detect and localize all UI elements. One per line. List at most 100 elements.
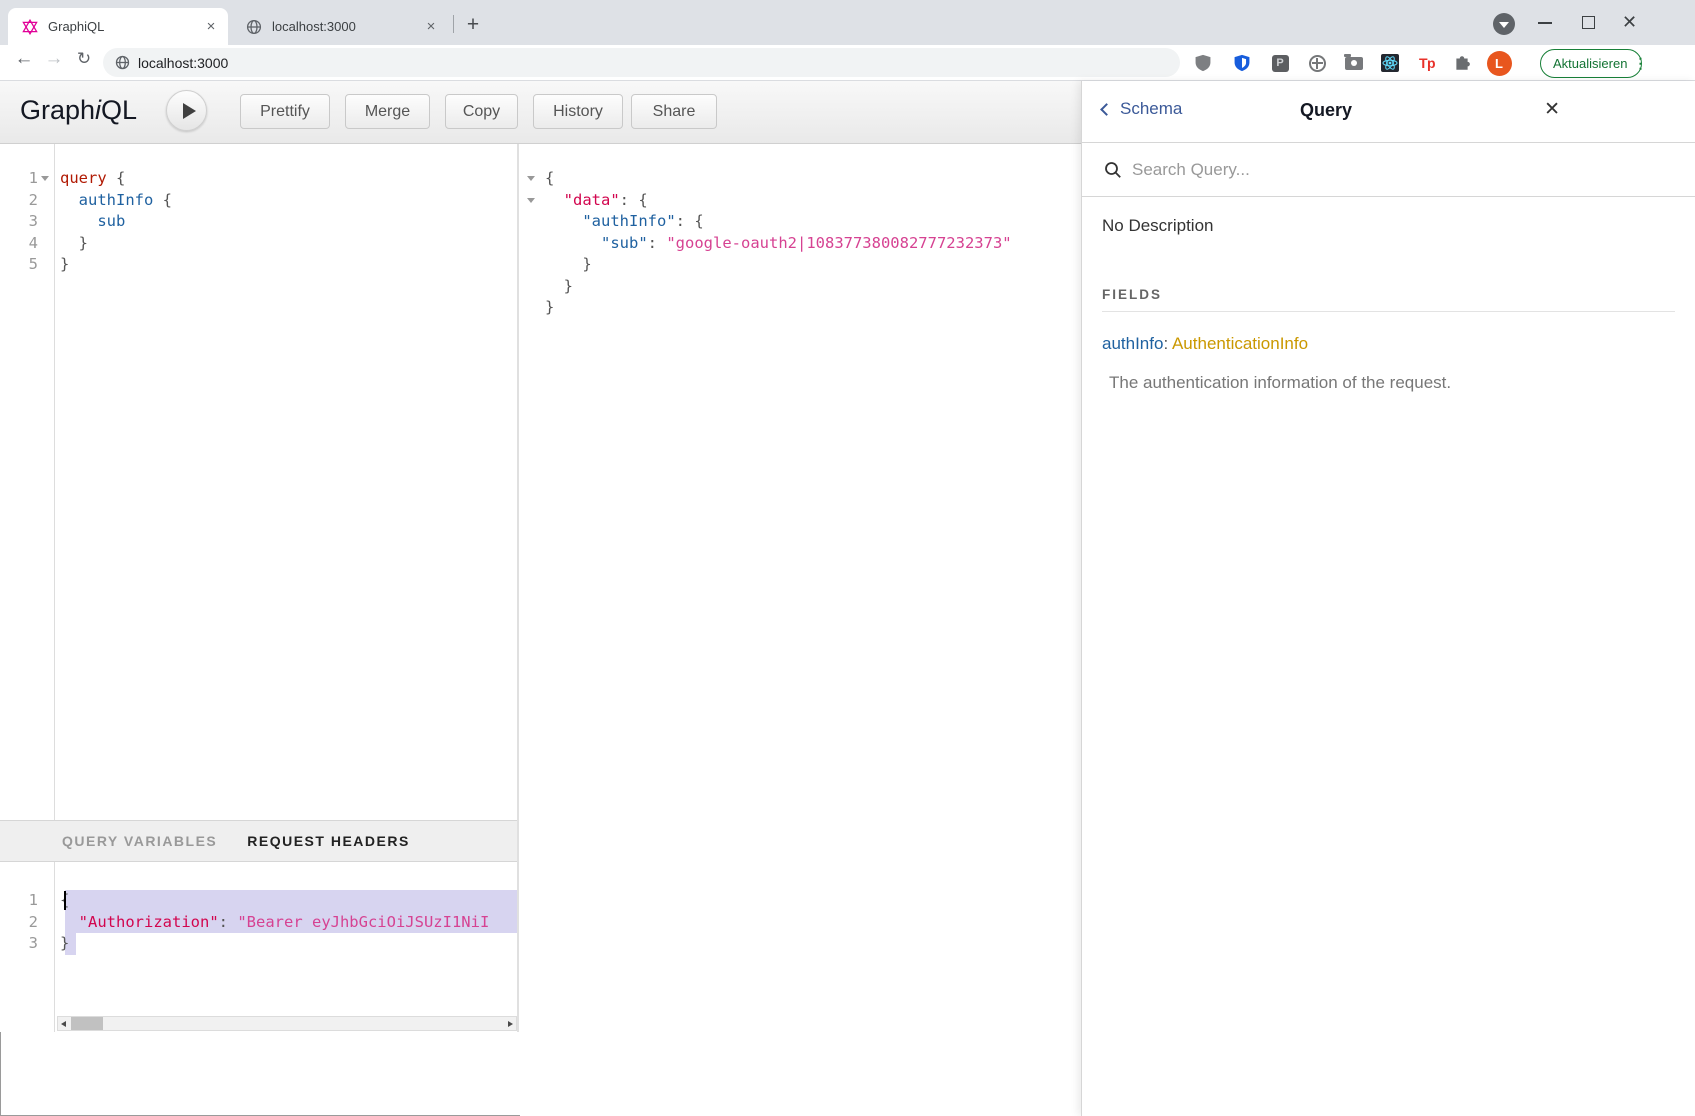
- line-number: 2: [0, 912, 54, 934]
- line-number: 3: [0, 211, 54, 233]
- line-number-gutter: 12345: [0, 144, 55, 820]
- scroll-right-icon[interactable]: [503, 1017, 516, 1030]
- code-line[interactable]: }: [545, 254, 1081, 276]
- execute-button[interactable]: [166, 90, 207, 131]
- line-number-gutter: 123: [0, 862, 55, 1032]
- screen: { "browser": { "tabs": [ { "title": "Gra…: [0, 0, 1695, 1116]
- code-line[interactable]: authInfo {: [60, 190, 517, 212]
- field-type-link[interactable]: AuthenticationInfo: [1172, 334, 1308, 353]
- code-line[interactable]: sub: [60, 211, 517, 233]
- secondary-editor-titlebar: QUERY VARIABLES REQUEST HEADERS: [0, 820, 517, 862]
- code-line[interactable]: {: [545, 168, 1081, 190]
- line-number: 5: [0, 254, 54, 276]
- scroll-left-icon[interactable]: [58, 1017, 71, 1030]
- back-button[interactable]: ←: [10, 45, 38, 73]
- menu-kebab-icon[interactable]: ⋮: [1633, 55, 1647, 72]
- code-line[interactable]: }: [545, 276, 1081, 298]
- code-line[interactable]: }: [60, 933, 517, 955]
- scrollbar-thumb[interactable]: [71, 1017, 103, 1030]
- text-cursor: [64, 891, 66, 910]
- code-line[interactable]: }: [545, 297, 1081, 319]
- extensions-puzzle-icon[interactable]: [1449, 50, 1475, 76]
- line-number: 1: [0, 168, 54, 190]
- code-line[interactable]: }: [60, 233, 517, 255]
- field-description: The authentication information of the re…: [1109, 373, 1675, 393]
- tab-strip: GraphiQL × localhost:3000 × + ✕: [0, 0, 1695, 45]
- profile-avatar[interactable]: L: [1486, 50, 1512, 76]
- doc-search-row[interactable]: [1082, 143, 1695, 197]
- minimize-button[interactable]: [1538, 22, 1552, 24]
- address-bar[interactable]: localhost:3000: [103, 48, 1180, 77]
- move-extension-icon[interactable]: [1304, 50, 1330, 76]
- reload-button[interactable]: ↻: [70, 45, 98, 73]
- line-number: 1: [0, 890, 54, 912]
- fields-header: FIELDS: [1102, 287, 1675, 302]
- url-text[interactable]: localhost:3000: [138, 55, 228, 71]
- new-tab-button[interactable]: +: [460, 12, 486, 38]
- query-code[interactable]: query { authInfo { sub }}: [55, 144, 517, 820]
- search-icon: [1104, 161, 1122, 179]
- fold-caret-icon[interactable]: [527, 198, 535, 203]
- code-line[interactable]: "sub": "google-oauth2|108377380082777232…: [545, 233, 1081, 255]
- camera-extension-icon[interactable]: [1341, 50, 1367, 76]
- globe-icon: [246, 19, 262, 35]
- code-line[interactable]: {: [60, 890, 517, 912]
- history-button[interactable]: History: [533, 94, 623, 129]
- graphql-logo-icon: [22, 19, 38, 35]
- graphiql-logo: GraphiQL: [20, 95, 137, 126]
- code-line[interactable]: "Authorization": "Bearer eyJhbGciOiJSUzI…: [60, 912, 517, 934]
- code-line[interactable]: }: [60, 254, 517, 276]
- line-number: 4: [0, 233, 54, 255]
- horizontal-scrollbar[interactable]: [57, 1016, 517, 1031]
- share-button[interactable]: Share: [631, 94, 717, 129]
- merge-button[interactable]: Merge: [345, 94, 430, 129]
- tab-title: localhost:3000: [272, 19, 422, 34]
- code-line[interactable]: "data": {: [545, 190, 1081, 212]
- chrome-update-icon[interactable]: [1493, 13, 1515, 35]
- doc-explorer-panel: Schema Query ✕ No Description FIELDS aut…: [1081, 81, 1695, 1116]
- copy-button[interactable]: Copy: [445, 94, 518, 129]
- request-headers-editor[interactable]: 123 { "Authorization": "Bearer eyJhbGciO…: [0, 862, 517, 1032]
- search-input[interactable]: [1132, 160, 1612, 180]
- fold-caret-icon[interactable]: [527, 176, 535, 181]
- field-name-link[interactable]: authInfo: [1102, 334, 1163, 353]
- doc-title: Query: [1082, 100, 1570, 121]
- bitwarden-extension-icon[interactable]: [1229, 50, 1255, 76]
- field-row: authInfo: AuthenticationInfo: [1102, 334, 1675, 354]
- fold-caret-icon[interactable]: [41, 176, 49, 181]
- selection-highlight: [65, 890, 517, 912]
- close-window-button[interactable]: ✕: [1622, 10, 1637, 34]
- tab-graphiql[interactable]: GraphiQL ×: [8, 8, 228, 45]
- pane-divider[interactable]: [517, 144, 519, 1032]
- play-icon: [183, 103, 196, 119]
- maximize-button[interactable]: [1582, 16, 1595, 29]
- line-number: 3: [0, 933, 54, 955]
- code-line[interactable]: query {: [60, 168, 517, 190]
- code-line[interactable]: "authInfo": {: [545, 211, 1081, 233]
- ublock-extension-icon[interactable]: [1190, 50, 1216, 76]
- update-chrome-button[interactable]: Aktualisieren ⋮: [1540, 49, 1642, 78]
- graphiql-topbar: GraphiQL Prettify Merge Copy History Sha…: [0, 81, 1081, 144]
- forward-button[interactable]: →: [40, 45, 68, 73]
- tp-extension-icon[interactable]: Tp: [1414, 50, 1440, 76]
- react-devtools-icon[interactable]: [1377, 50, 1403, 76]
- line-number: 2: [0, 190, 54, 212]
- tab-localhost[interactable]: localhost:3000 ×: [232, 8, 448, 45]
- prettify-button[interactable]: Prettify: [240, 94, 330, 129]
- doc-explorer-header: Schema Query ✕: [1082, 81, 1695, 143]
- close-icon[interactable]: ×: [422, 18, 440, 36]
- headers-code[interactable]: { "Authorization": "Bearer eyJhbGciOiJSU…: [55, 862, 517, 1032]
- divider: [1102, 311, 1675, 312]
- doc-close-icon[interactable]: ✕: [1544, 98, 1560, 121]
- tab-request-headers[interactable]: REQUEST HEADERS: [247, 833, 410, 849]
- close-icon[interactable]: ×: [202, 18, 220, 36]
- query-editor[interactable]: 12345 query { authInfo { sub }}: [0, 144, 517, 820]
- tab-query-variables[interactable]: QUERY VARIABLES: [62, 833, 217, 849]
- no-description-text: No Description: [1102, 216, 1675, 236]
- tab-divider: [453, 15, 454, 33]
- globe-icon: [115, 55, 130, 70]
- doc-content: No Description FIELDS authInfo: Authenti…: [1082, 216, 1695, 393]
- p-extension-icon[interactable]: P: [1267, 50, 1293, 76]
- result-viewer: { "data": { "authInfo": { "sub": "google…: [520, 144, 1081, 1116]
- tab-title: GraphiQL: [48, 19, 202, 34]
